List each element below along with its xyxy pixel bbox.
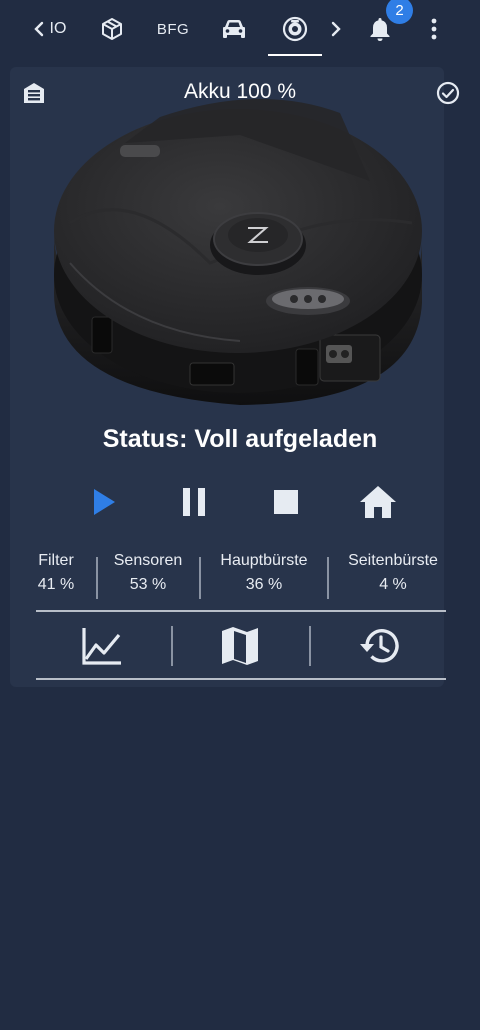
consumable-main-brush: Hauptbürste 36 % [212,552,316,594]
notifications-button[interactable]: 2 [360,0,413,58]
tab-io[interactable]: IO [24,0,76,58]
consumable-label: Sensoren [113,552,183,569]
more-vert-icon [431,18,437,40]
tab-robot-vacuum[interactable] [268,0,322,58]
divider [327,557,329,599]
consumable-filter: Filter 41 % [28,552,84,594]
statistics-button[interactable] [80,624,124,668]
consumable-value: 53 % [129,576,167,593]
play-icon [94,489,115,515]
consumable-sensors: Sensoren 53 % [108,552,188,594]
pause-icon [183,488,205,516]
tab-bfg[interactable]: BFG [150,0,196,58]
tab-scroll-next[interactable] [322,0,350,58]
top-navigation-bar: IO BFG 2 [0,0,480,58]
consumable-label: Seitenbürste [348,552,438,569]
chevron-right-icon [331,21,341,37]
cube-icon [102,18,122,40]
overflow-menu-button[interactable] [420,0,448,58]
map-button[interactable] [218,624,262,668]
tab-car[interactable] [214,0,254,58]
return-home-button[interactable] [358,482,398,522]
consumable-value: 41 % [37,576,75,593]
divider [96,557,98,599]
divider-line [36,678,446,680]
consumable-value: 4 % [379,576,407,593]
consumable-side-brush: Seitenbürste 4 % [340,552,446,594]
map-icon [222,627,258,665]
consumable-label: Hauptbürste [220,552,308,569]
divider [199,557,201,599]
stop-button[interactable] [266,482,306,522]
car-icon [223,20,245,38]
history-button[interactable] [356,624,400,668]
consumable-value: 36 % [245,576,283,593]
robot-vacuum-image [54,98,422,405]
bell-icon [370,18,390,41]
tab-cube[interactable] [92,0,132,58]
chevron-left-icon [33,21,43,37]
consumable-label: Filter [38,552,74,569]
check-circle-icon[interactable] [436,81,460,105]
pause-button[interactable] [174,482,214,522]
history-icon [360,629,399,663]
divider [171,626,173,666]
control-buttons [0,482,480,522]
status-text: Status: Voll aufgeladen [102,425,378,453]
robot-vacuum-icon [282,16,308,42]
divider [309,626,311,666]
active-tab-indicator [268,54,322,56]
home-icon [360,486,396,518]
start-button[interactable] [84,482,124,522]
stop-icon [274,490,298,514]
tab-bfg-label: BFG [156,20,190,38]
divider-line [36,610,446,612]
tab-io-label: IO [49,20,67,37]
chart-icon [82,628,121,665]
notification-count-badge: 2 [386,0,413,24]
